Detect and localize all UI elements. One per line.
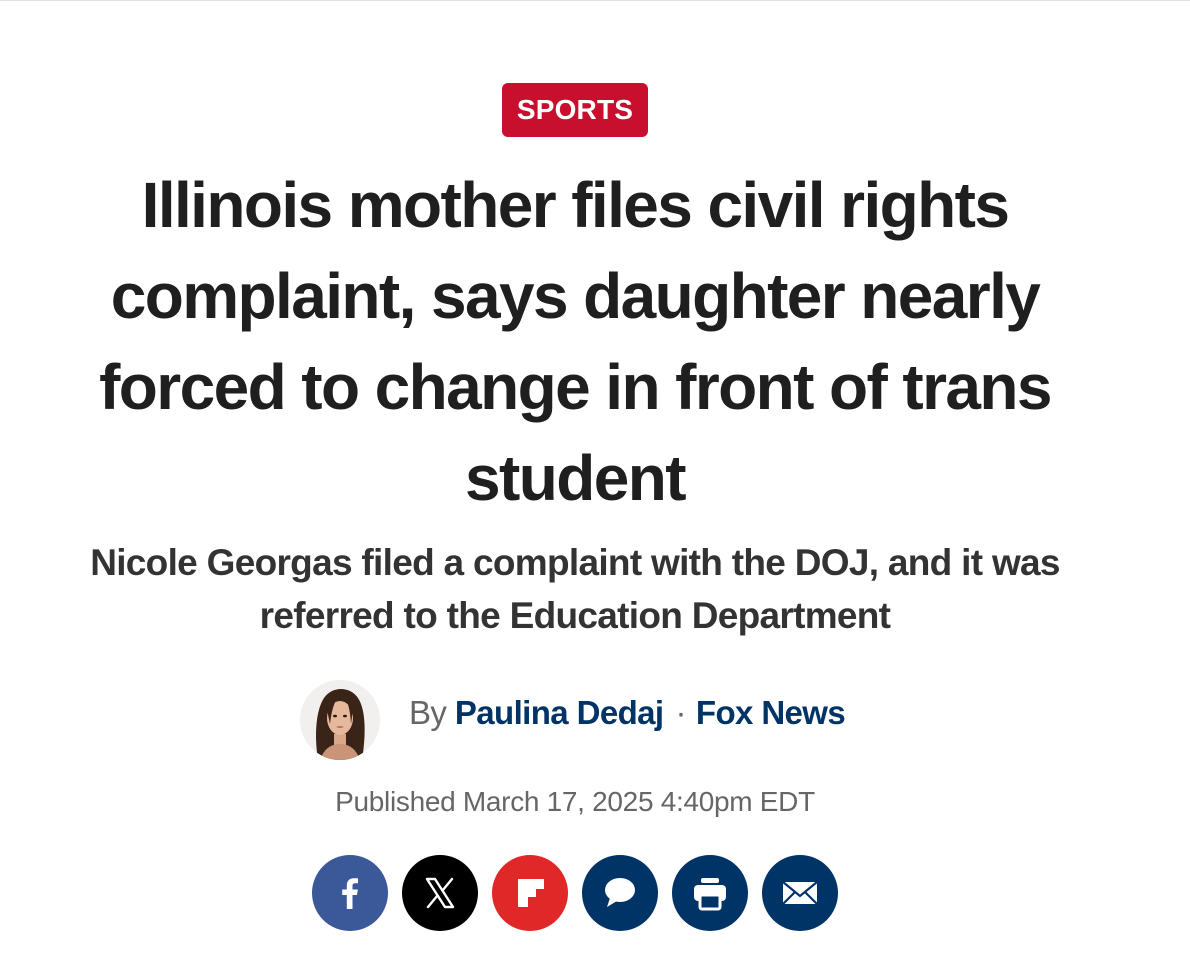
share-bar — [312, 855, 842, 931]
headline: Illinois mother files civil rights compl… — [99, 169, 1052, 514]
author-avatar[interactable] — [300, 680, 380, 760]
x-share-button[interactable] — [402, 855, 478, 931]
facebook-icon — [342, 878, 358, 909]
publish-timestamp: Published March 17, 2025 4:40pm EDT — [335, 786, 815, 817]
byline: By Paulina Dedaj · Fox News — [409, 690, 846, 736]
comment-icon — [605, 878, 635, 907]
print-button[interactable] — [672, 855, 748, 931]
email-icon — [782, 881, 818, 905]
category-badge[interactable]: SPORTS — [502, 83, 648, 137]
flipboard-share-button[interactable] — [492, 855, 568, 931]
author-name-link[interactable]: Paulina Dedaj — [455, 694, 664, 731]
byline-prefix: By — [409, 694, 447, 731]
publisher-link[interactable]: Fox News — [696, 694, 846, 731]
subheadline: Nicole Georgas filed a complaint with th… — [90, 542, 1060, 636]
comments-button[interactable] — [582, 855, 658, 931]
author-photo — [300, 680, 380, 760]
top-divider — [0, 0, 1190, 1]
x-icon — [425, 877, 455, 909]
flipboard-icon — [518, 879, 544, 907]
email-share-button[interactable] — [762, 855, 838, 931]
print-icon — [694, 878, 726, 911]
byline-separator: · — [675, 694, 687, 731]
facebook-share-button[interactable] — [312, 855, 388, 931]
